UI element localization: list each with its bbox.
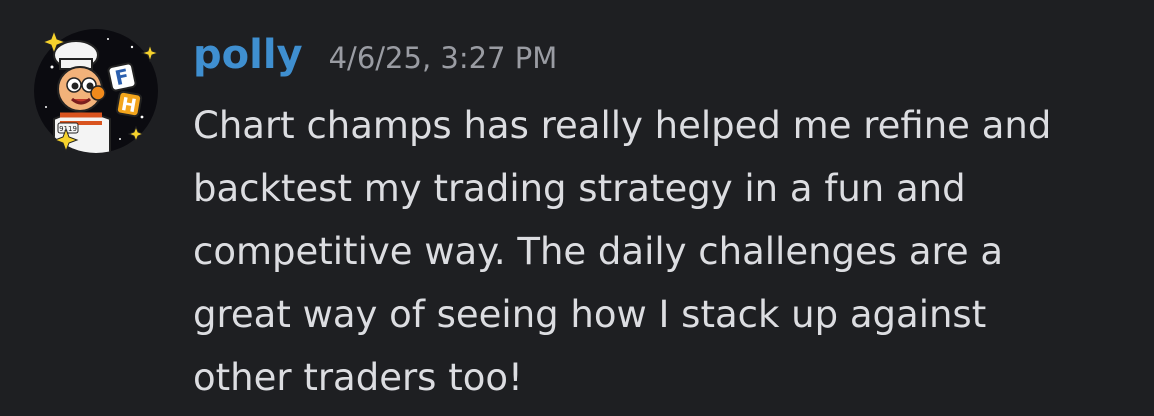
message-line: competitive way. The daily challenges ar… [193,230,1004,273]
avatar-icon: 9119 F H [34,29,160,153]
message-content: Chart champs has really helped me refine… [193,94,1143,409]
message-line: backtest my trading strategy in a fun an… [193,167,966,210]
message-line: Chart champs has really helped me refine… [193,104,1052,147]
avatar[interactable]: 9119 F H [32,27,160,155]
username[interactable]: polly [193,32,303,78]
chat-message: 9119 F H polly 4/6/25, 3:27 PM Chart cha… [0,0,1154,416]
message-line: other traders too! [193,356,523,399]
timestamp[interactable]: 4/6/25, 3:27 PM [329,41,558,75]
avatar-badge-text: 9119 [59,125,77,133]
message-line: great way of seeing how I stack up again… [193,293,987,336]
message-header: polly 4/6/25, 3:27 PM [193,32,557,92]
